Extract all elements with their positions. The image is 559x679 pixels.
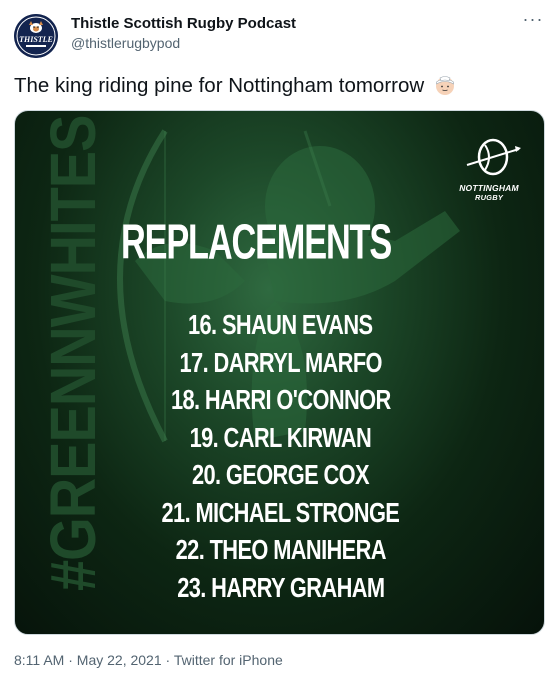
author-name[interactable]: Thistle Scottish Rugby Podcast [71, 15, 296, 32]
meta-separator: · [161, 652, 174, 668]
player-name: 18. HARRI O'CONNOR [170, 384, 391, 415]
tweet-text-content: The king riding pine for Nottingham tomo… [14, 74, 425, 97]
replacements-list: 16. SHAUN EVANS 17. DARRYL MARFO 18. HAR… [15, 306, 544, 607]
more-options-icon[interactable]: ··· [518, 10, 548, 34]
player-name: 23. HARRY GRAHAM [176, 571, 385, 603]
thistle-dog-logo-icon: THISTLE [14, 14, 58, 58]
player-name: 19. CARL KIRWAN [189, 421, 372, 453]
tweet-date[interactable]: May 22, 2021 [77, 652, 162, 668]
tweet-text: The king riding pine for Nottingham tomo… [14, 74, 456, 98]
tweet-source[interactable]: Twitter for iPhone [174, 652, 283, 668]
club-name-text: NOTTINGHAM [459, 183, 519, 193]
face-with-head-bandage-emoji-icon [435, 76, 454, 95]
meta-separator: · [64, 652, 77, 668]
tweet-image[interactable]: #GREENNWHITES NOTTINGHAM RUGBY REPLACEME… [14, 110, 545, 635]
list-item: 22. THEO MANIHERA [15, 531, 544, 569]
tweet-metadata: 8:11 AM · May 22, 2021 · Twitter for iPh… [14, 652, 283, 668]
player-name: 20. GEORGE COX [192, 459, 370, 490]
club-sub-text: RUGBY [474, 193, 504, 202]
nottingham-rugby-logo-icon [466, 138, 521, 176]
player-name: 17. DARRYL MARFO [179, 346, 382, 378]
replacements-heading: REPLACEMENTS [121, 215, 392, 270]
list-item: 17. DARRYL MARFO [15, 344, 544, 382]
tweet-time[interactable]: 8:11 AM [14, 652, 64, 668]
author-handle[interactable]: @thistlerugbypod [71, 35, 180, 51]
list-item: 19. CARL KIRWAN [15, 419, 544, 457]
avatar[interactable]: THISTLE [14, 14, 58, 58]
list-item: 23. HARRY GRAHAM [15, 569, 544, 607]
player-name: 16. SHAUN EVANS [188, 309, 373, 340]
tweet-card: THISTLE Thistle Scottish Rugby Podcast @… [0, 0, 559, 679]
player-name: 21. MICHAEL STRONGE [161, 496, 400, 528]
svg-text:THISTLE: THISTLE [19, 35, 53, 44]
list-item: 18. HARRI O'CONNOR [15, 381, 544, 419]
player-name: 22. THEO MANIHERA [175, 534, 386, 565]
list-item: 20. GEORGE COX [15, 456, 544, 494]
list-item: 16. SHAUN EVANS [15, 306, 544, 344]
list-item: 21. MICHAEL STRONGE [15, 494, 544, 532]
club-name: NOTTINGHAM RUGBY [451, 183, 527, 203]
